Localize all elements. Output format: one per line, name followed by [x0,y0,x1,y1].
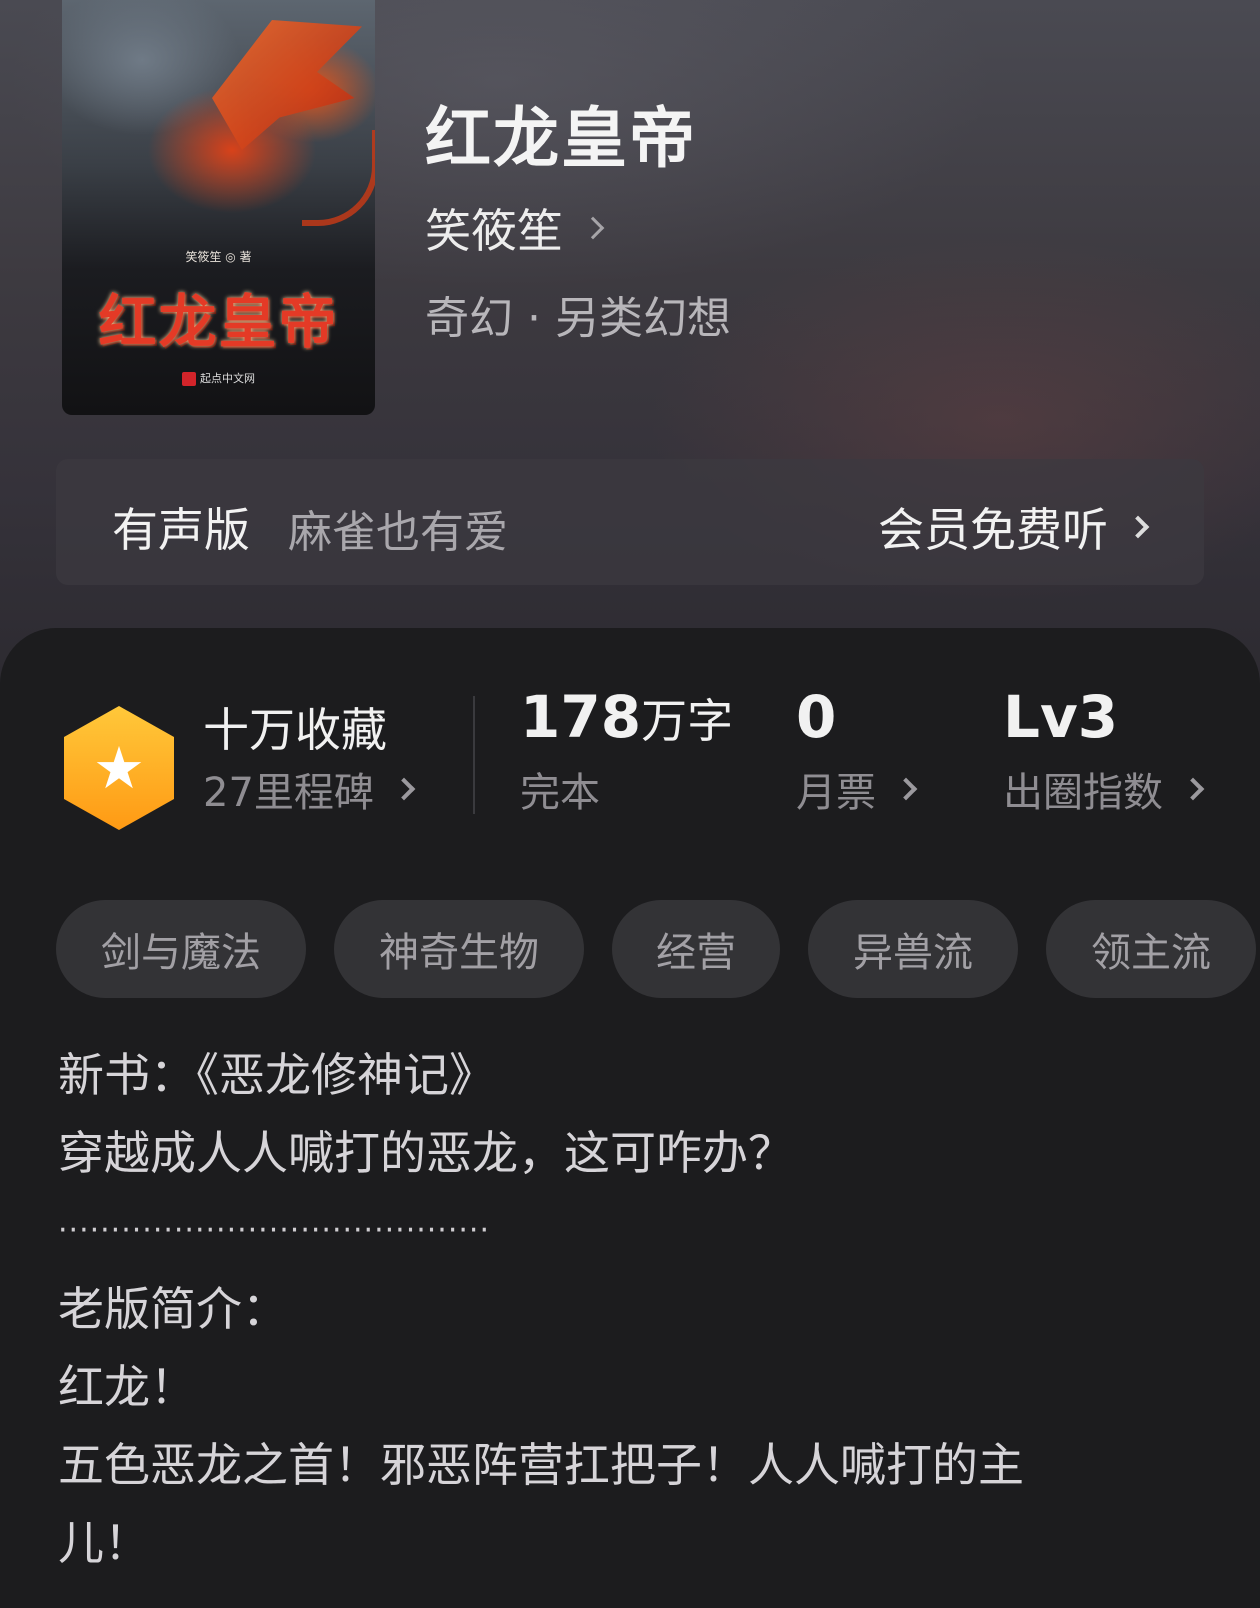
cover-publisher-text: 起点中文网 [200,372,255,385]
description-line: 新书：《恶龙修神记》 [58,1048,495,1102]
chevron-right-icon [392,777,416,801]
audio-label: 有声版 [112,503,250,557]
description-separator: ········································… [58,1213,490,1248]
book-cover-image[interactable]: 笑筱笙 ◎ 著 红龙皇帝 起点中文网 [62,0,375,415]
collect-count: 十万收藏 [203,703,387,757]
collection-badge-icon: ★ [64,706,174,830]
completion-label: 完本 [520,770,600,816]
cover-publisher: 起点中文网 [62,370,375,386]
milestone-label: 27里程碑 [203,770,374,816]
word-count-unit: 万字 [641,694,734,748]
author-name: 笑筱笙 [425,204,563,258]
chevron-right-icon [894,777,918,801]
description-line: 穿越成人人喊打的恶龙，这可咋办？ [58,1126,794,1180]
chevron-right-icon [1181,777,1205,801]
tag-chip[interactable]: 异兽流 [808,900,1018,998]
cover-title: 红龙皇帝 [98,288,339,356]
chevron-right-icon [581,216,605,240]
monthly-ticket-number: 0 [796,683,837,751]
stats-row: ★ 十万收藏 27里程碑 178万字 完本 0 月票 Lv3 出圈指数 [0,628,1260,830]
tag-list: 剑与魔法 神奇生物 经营 异兽流 领主流 [56,900,1260,998]
listen-free-button[interactable]: 会员免费听 [878,494,1150,560]
audio-narrator: 麻雀也有爱 [288,507,508,558]
book-title: 红龙皇帝 [425,100,697,177]
author-link[interactable]: 笑筱笙 [425,195,605,261]
word-count-number: 178 [520,683,642,751]
monthly-ticket-link[interactable]: 月票 [796,760,918,818]
completion-status: 完本 [520,760,600,818]
book-description: 新书：《恶龙修神记》 穿越成人人喊打的恶龙，这可咋办？ ············… [58,1036,1208,1582]
milestone-link[interactable]: 27里程碑 [203,760,416,818]
book-detail-panel: ★ 十万收藏 27里程碑 178万字 完本 0 月票 Lv3 出圈指数 剑与魔法… [0,628,1260,1608]
description-line: 五色恶龙之首！邪恶阵营扛把子！人人喊打的主 [58,1438,1024,1492]
tag-chip[interactable]: 剑与魔法 [56,900,306,998]
description-line: 红龙！ [58,1360,196,1414]
word-count: 178万字 [520,683,733,751]
listen-free-label: 会员免费听 [878,503,1108,557]
tag-chip[interactable]: 神奇生物 [334,900,584,998]
audiobook-bar[interactable]: 有声版 麻雀也有爱 会员免费听 [56,459,1204,585]
monthly-ticket-label: 月票 [796,770,876,816]
book-header: 笑筱笙 ◎ 著 红龙皇帝 起点中文网 红龙皇帝 笑筱笙 奇幻 · 另类幻想 有声… [0,0,1260,700]
popularity-level-value: Lv3 [1003,683,1119,751]
book-genre: 奇幻 · 另类幻想 [425,293,731,344]
publisher-logo-icon [182,372,196,386]
chevron-right-icon [1126,515,1150,539]
tag-chip[interactable]: 经营 [612,900,780,998]
star-icon: ★ [93,734,145,802]
monthly-ticket-count: 0 [796,683,836,751]
popularity-index-label: 出圈指数 [1003,770,1163,816]
stats-divider [473,696,475,814]
dragon-tail-art [302,130,375,226]
tag-chip[interactable]: 领主流 [1046,900,1256,998]
popularity-index-link[interactable]: 出圈指数 [1003,760,1205,818]
cover-author: 笑筱笙 ◎ 著 [185,250,252,264]
popularity-level: Lv3 [1003,683,1118,751]
description-line: 老版简介： [58,1282,288,1336]
description-line: 儿！ [58,1516,150,1570]
